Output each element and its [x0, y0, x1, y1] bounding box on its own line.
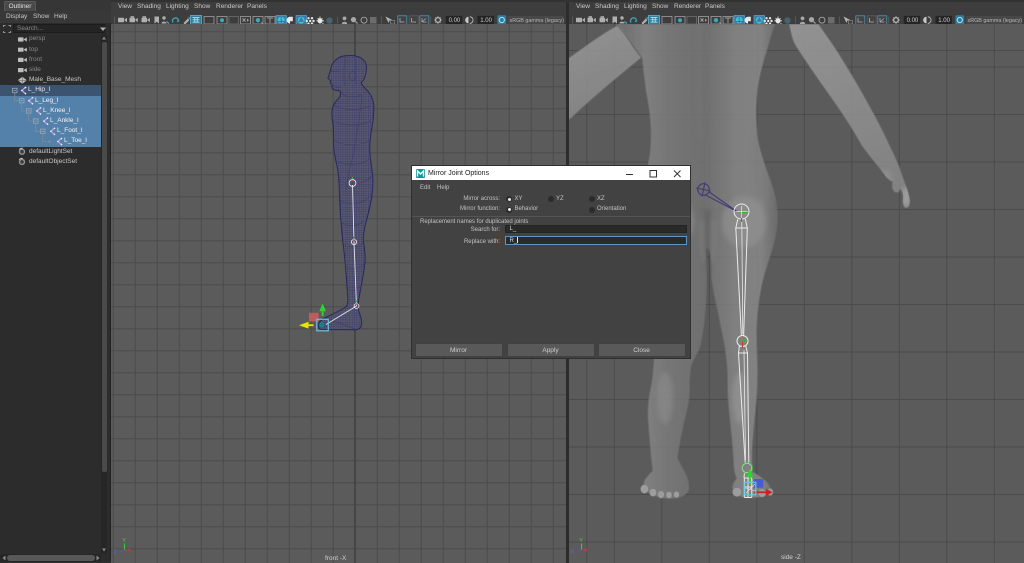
svg-text:X: X: [571, 550, 575, 555]
svg-text:Y: Y: [122, 538, 126, 544]
svg-text:Y: Y: [579, 538, 583, 544]
svg-text:Z: Z: [114, 550, 118, 555]
